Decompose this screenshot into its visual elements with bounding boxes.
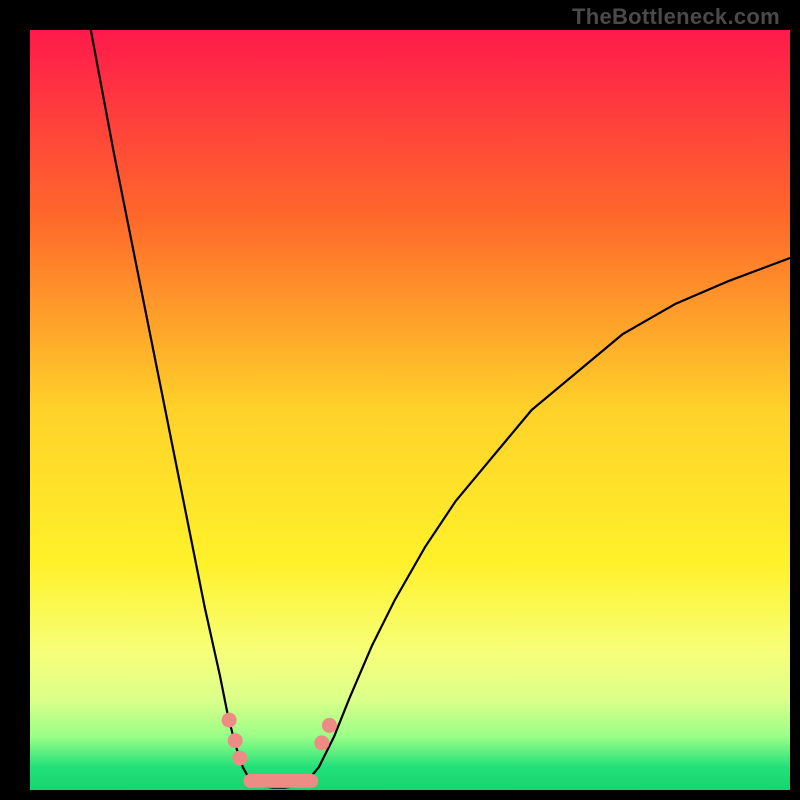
- marker-dot: [228, 733, 243, 748]
- chart-stage: TheBottleneck.com: [0, 0, 800, 800]
- marker-dot: [222, 713, 237, 728]
- plot-background: [30, 30, 790, 790]
- marker-dot: [232, 751, 247, 766]
- bottleneck-chart: [0, 0, 800, 800]
- marker-dot: [314, 735, 329, 750]
- watermark-label: TheBottleneck.com: [572, 4, 780, 30]
- marker-dot: [322, 718, 337, 733]
